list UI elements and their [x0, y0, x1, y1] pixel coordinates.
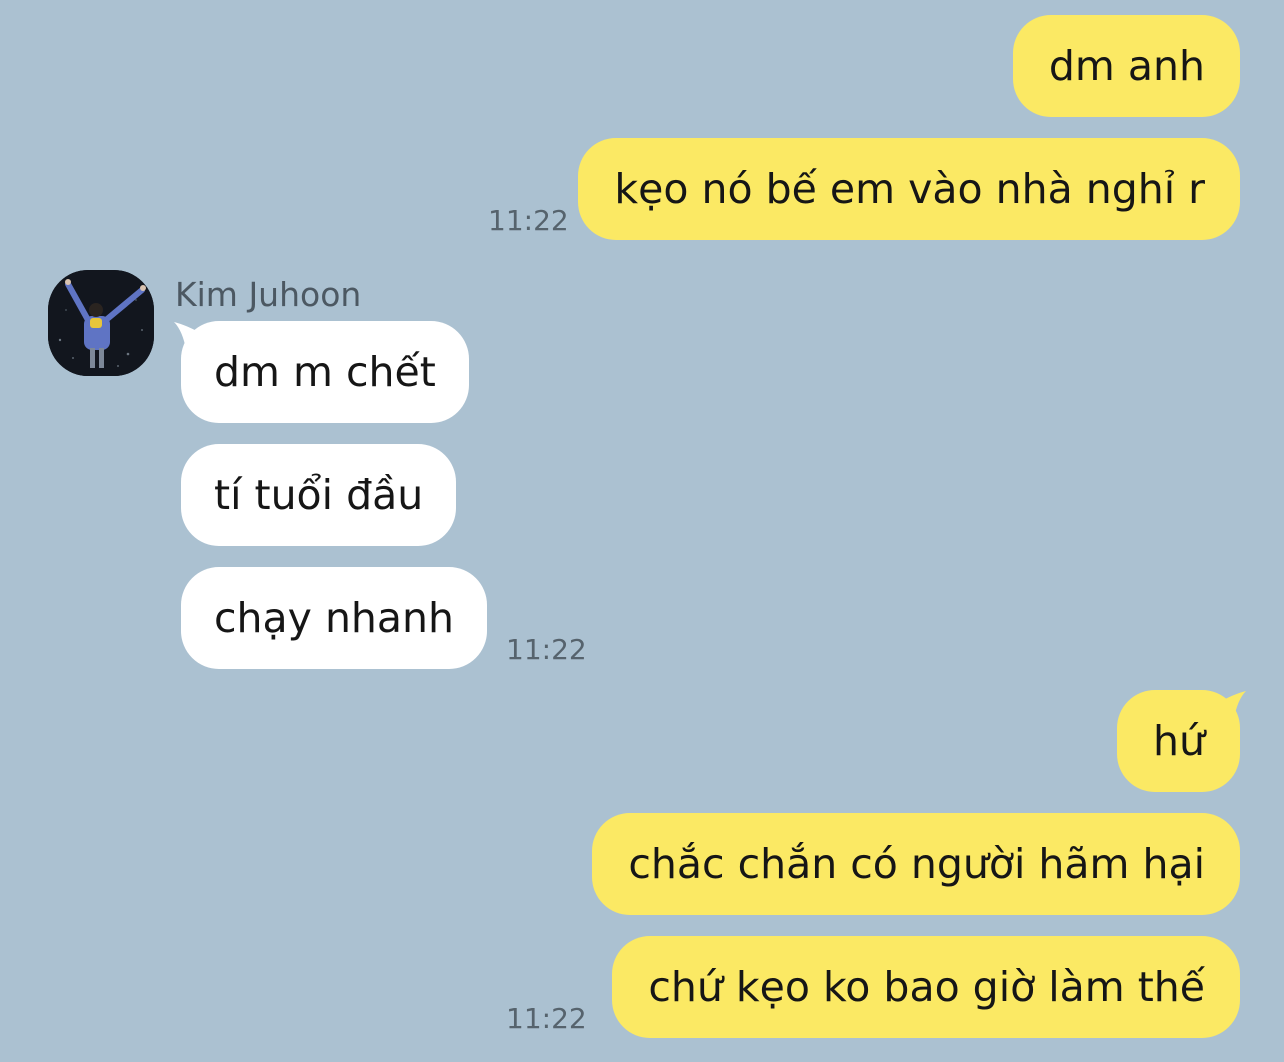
message-bubble-outgoing[interactable]: hứ — [1117, 690, 1240, 792]
message-timestamp: 11:22 — [506, 1002, 587, 1035]
contact-avatar[interactable] — [48, 270, 154, 376]
message-timestamp: 11:22 — [488, 204, 569, 237]
message-bubble-incoming[interactable]: dm m chết — [181, 321, 469, 423]
sender-name: Kim Juhoon — [175, 275, 362, 314]
message-text: dm anh — [1048, 42, 1205, 90]
message-bubble-outgoing[interactable]: chứ kẹo ko bao giờ làm thế — [612, 936, 1240, 1038]
message-bubble-outgoing[interactable]: dm anh — [1012, 15, 1240, 117]
message-text: kẹo nó bế em vào nhà nghỉ r — [614, 165, 1205, 213]
message-timestamp: 11:22 — [506, 633, 587, 666]
message-bubble-outgoing[interactable]: chắc chắn có người hãm hại — [592, 813, 1240, 915]
message-text: tí tuổi đầu — [214, 471, 424, 519]
message-bubble-outgoing[interactable]: kẹo nó bế em vào nhà nghỉ r — [578, 138, 1240, 240]
chat-area[interactable]: dm anh kẹo nó bế em vào nhà nghỉ r 11:22… — [0, 0, 1284, 1062]
message-text: hứ — [1153, 717, 1205, 765]
message-bubble-incoming[interactable]: tí tuổi đầu — [181, 444, 457, 546]
message-text: chắc chắn có người hãm hại — [628, 840, 1205, 888]
message-text: chạy nhanh — [214, 594, 455, 642]
message-bubble-incoming[interactable]: chạy nhanh — [181, 567, 488, 669]
message-text: chứ kẹo ko bao giờ làm thế — [648, 963, 1205, 1011]
message-text: dm m chết — [214, 348, 436, 396]
profile-photo-icon — [48, 270, 154, 376]
